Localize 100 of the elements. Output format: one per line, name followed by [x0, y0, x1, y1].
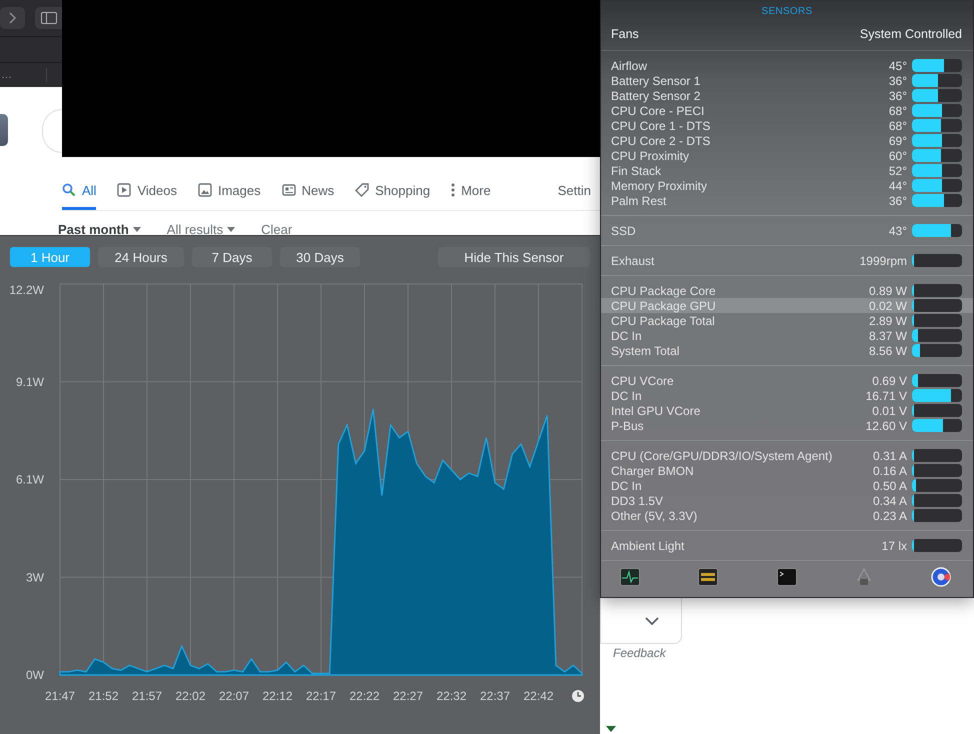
- sensor-row[interactable]: CPU Core 1 - DTS 68°: [601, 118, 973, 134]
- sensor-row[interactable]: Fin Stack 52°: [601, 163, 973, 178]
- sensor-row[interactable]: CPU Proximity 60°: [601, 148, 973, 164]
- sensor-name: CPU Core - PECI: [611, 104, 706, 118]
- sensor-row[interactable]: Battery Sensor 2 36°: [601, 88, 973, 104]
- sensor-value: 68°: [888, 104, 907, 118]
- sensor-name: Fin Stack: [611, 164, 662, 178]
- search-tab[interactable]: Images: [198, 173, 261, 210]
- x-axis-label: 22:02: [175, 689, 206, 703]
- sensor-value: 0.02 W: [868, 298, 907, 313]
- range-tab[interactable]: 30 Days: [280, 247, 360, 267]
- sensor-name: Exhaust: [611, 254, 656, 268]
- sensor-value: 16.71 V: [866, 388, 907, 403]
- sensor-row[interactable]: Charger BMON 0.16 A: [601, 463, 973, 478]
- sensor-name: DC In: [611, 328, 643, 343]
- tag-icon: [355, 183, 370, 197]
- sensor-row[interactable]: CPU VCore 0.69 V: [601, 373, 973, 388]
- x-axis-label: 21:47: [44, 689, 76, 703]
- sensor-row[interactable]: DC In 8.37 W: [601, 328, 973, 344]
- hide-sensor-button[interactable]: Hide This Sensor: [438, 247, 590, 267]
- sensor-value: 12.60 V: [866, 418, 907, 433]
- x-axis-label: 22:37: [480, 689, 510, 703]
- terminal-icon[interactable]: [776, 568, 796, 586]
- sensor-value: 0.69 V: [872, 374, 907, 388]
- fan-mode[interactable]: System Controlled: [860, 26, 962, 50]
- sensor-value: 0.01 V: [872, 404, 907, 418]
- sensor-row[interactable]: CPU Package GPU 0.02 W: [601, 298, 973, 314]
- sensor-row[interactable]: CPU Core 2 - DTS 69°: [601, 133, 973, 148]
- sensor-row[interactable]: SSD 43°: [601, 223, 973, 238]
- sensor-name: Other (5V, 3.3V): [611, 508, 698, 523]
- search-tab[interactable]: More: [451, 173, 491, 210]
- panel-title: SENSORS: [760, 5, 814, 19]
- x-axis-label: 22:12: [262, 689, 293, 703]
- sensor-row[interactable]: DC In 0.50 A: [601, 478, 973, 494]
- sensor-value: 0.50 A: [872, 478, 907, 493]
- sensor-row[interactable]: CPU (Core/GPU/DDR3/IO/System Agent) 0.31 A: [601, 448, 973, 464]
- sensor-row[interactable]: Memory Proximity 44°: [601, 178, 973, 194]
- sensor-row[interactable]: CPU Package Total 2.89 W: [601, 313, 973, 328]
- feedback-link[interactable]: Feedback: [613, 646, 666, 660]
- search-icon: [62, 183, 76, 197]
- y-axis-label: 9.1W: [16, 374, 44, 389]
- forward-button[interactable]: [0, 7, 25, 29]
- search-tab[interactable]: All: [62, 173, 96, 210]
- sensor-row[interactable]: Battery Sensor 1 36°: [601, 73, 973, 88]
- sensor-value: 69°: [888, 134, 907, 148]
- x-axis-label: 22:32: [436, 689, 467, 703]
- image-icon: [198, 183, 212, 197]
- sensor-row[interactable]: Intel GPU VCore 0.01 V: [601, 403, 973, 418]
- sensor-value: 8.56 W: [868, 344, 907, 358]
- sensor-row[interactable]: Exhaust 1999rpm: [601, 253, 973, 268]
- search-tab[interactable]: News: [282, 173, 334, 210]
- sensor-row[interactable]: Palm Rest 36°: [601, 193, 973, 208]
- sensor-name: Charger BMON: [611, 464, 695, 478]
- sensor-name: DD3 1.5V: [611, 494, 664, 508]
- range-tab[interactable]: 24 Hours: [98, 247, 184, 267]
- filter-menu[interactable]: Clear: [261, 222, 292, 237]
- x-axis-label: 22:07: [218, 689, 250, 703]
- sensor-row[interactable]: CPU Core - PECI 68°: [601, 103, 973, 118]
- sensor-value: 44°: [888, 178, 907, 193]
- chevron-right-icon: [8, 12, 16, 24]
- sensor-name: CPU Proximity: [611, 148, 690, 163]
- range-tab[interactable]: 1 Hour: [10, 247, 90, 267]
- sensor-value: 36°: [888, 74, 907, 88]
- range-tab[interactable]: 7 Days: [192, 247, 272, 267]
- gauge-app-icon[interactable]: [931, 567, 951, 588]
- sensor-row[interactable]: System Total 8.56 W: [601, 343, 973, 358]
- sensor-value: 0.23 A: [872, 508, 907, 523]
- sensor-value: 17 lx: [882, 538, 907, 553]
- sensor-row[interactable]: DC In 16.71 V: [601, 388, 973, 404]
- sensor-value: 0.31 A: [872, 448, 907, 463]
- sensor-name: P-Bus: [611, 418, 645, 433]
- console-log-icon[interactable]: [698, 568, 718, 586]
- search-tab[interactable]: Settin: [558, 173, 591, 210]
- sensor-row[interactable]: P-Bus 12.60 V: [601, 418, 973, 434]
- play-icon: [117, 183, 132, 197]
- sidebar-icon: [41, 12, 57, 24]
- y-axis-label: 3W: [26, 570, 44, 584]
- filter-menu[interactable]: Past month: [58, 222, 141, 237]
- filter-menu[interactable]: All results: [166, 222, 236, 237]
- y-axis-label: 0W: [26, 668, 44, 682]
- sensor-name: System Total: [611, 344, 680, 358]
- sensor-row[interactable]: Ambient Light 17 lx: [601, 538, 973, 554]
- sensor-row[interactable]: CPU Package Core 0.89 W: [601, 283, 973, 298]
- search-tab[interactable]: Videos: [117, 173, 177, 210]
- sensor-value: 36°: [888, 88, 907, 103]
- newspaper-icon: [282, 183, 296, 197]
- chevron-down-icon: [645, 616, 659, 624]
- sidebar-button[interactable]: [35, 7, 62, 29]
- sensor-row[interactable]: DD3 1.5V 0.34 A: [601, 493, 973, 508]
- sensor-row[interactable]: Other (5V, 3.3V) 0.23 A: [601, 508, 973, 524]
- sensor-name: CPU Core 1 - DTS: [611, 118, 712, 133]
- sensor-value: 36°: [888, 194, 907, 208]
- browser-tab[interactable]: …: [0, 69, 23, 81]
- sensor-name: CPU VCore: [611, 374, 675, 388]
- activity-monitor-icon[interactable]: [620, 568, 640, 586]
- sensor-name: CPU Package Total: [611, 314, 716, 328]
- sensor-value: 0.89 W: [868, 284, 907, 298]
- search-tab[interactable]: Shopping: [355, 173, 430, 210]
- sensor-name: Palm Rest: [611, 194, 668, 208]
- sensor-row[interactable]: Airflow 45°: [601, 58, 973, 74]
